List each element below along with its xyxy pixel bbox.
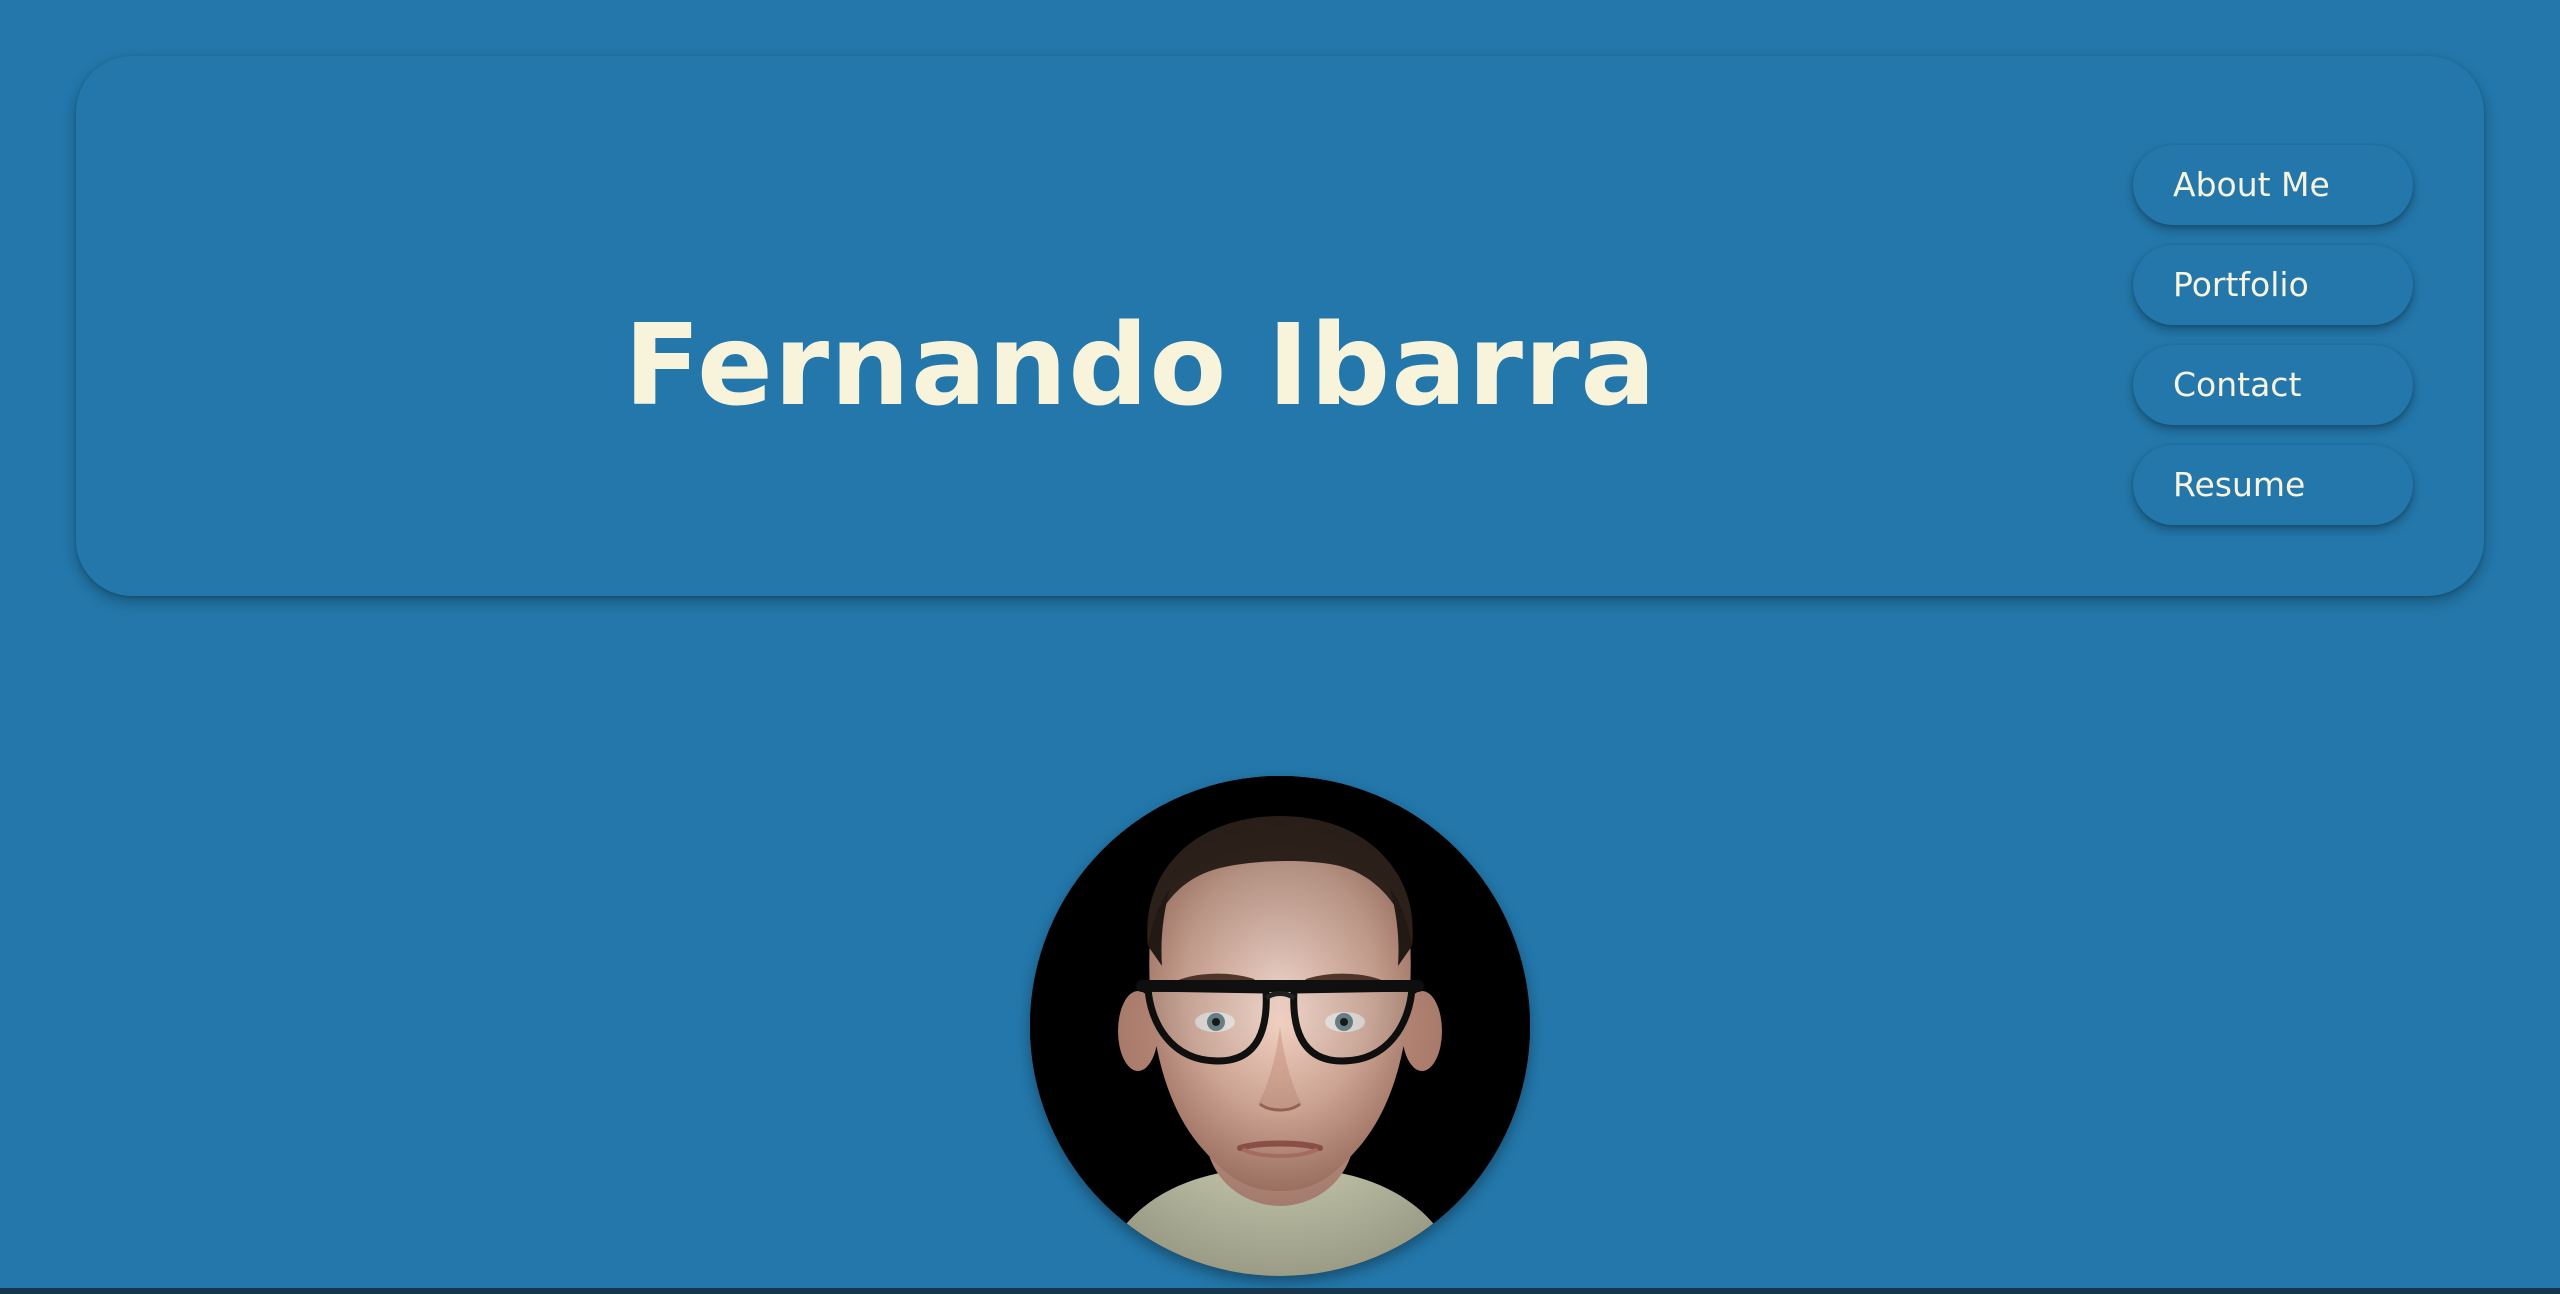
site-title: Fernando Ibarra xyxy=(624,301,1657,431)
nav-portfolio-button[interactable]: Portfolio xyxy=(2133,245,2413,325)
nav-resume-button[interactable]: Resume xyxy=(2133,445,2413,525)
portrait-photo-icon xyxy=(1030,776,1530,1276)
page-bottom-edge xyxy=(0,1288,2560,1294)
main-nav: About Me Portfolio Contact Resume xyxy=(2133,145,2413,545)
profile-photo xyxy=(1030,776,1530,1276)
header-card: Fernando Ibarra About Me Portfolio Conta… xyxy=(76,56,2484,596)
nav-about-me-button[interactable]: About Me xyxy=(2133,145,2413,225)
nav-contact-button[interactable]: Contact xyxy=(2133,345,2413,425)
